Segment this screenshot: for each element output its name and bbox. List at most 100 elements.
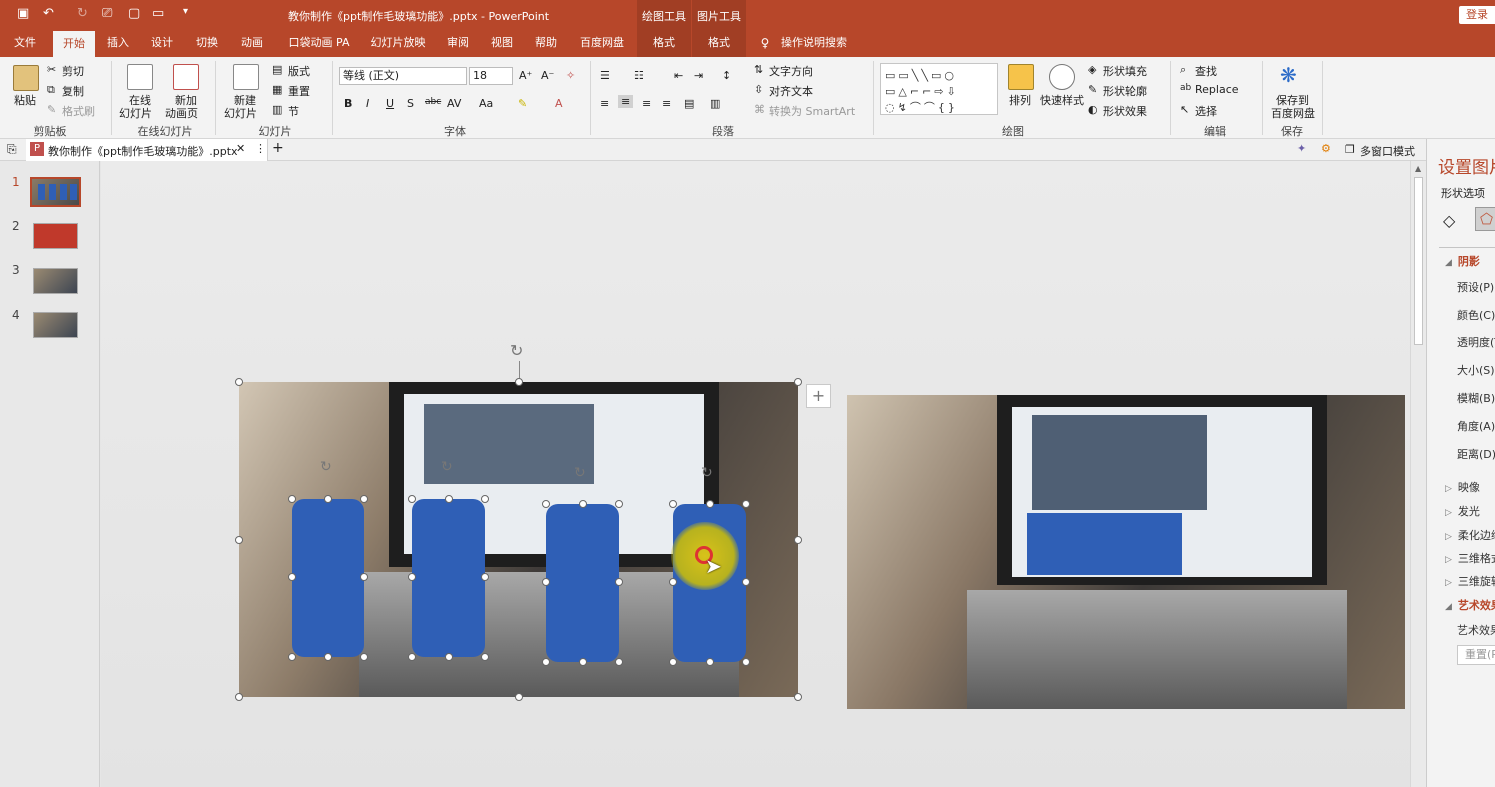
section-shadow[interactable]: ◢ 阴影	[1445, 253, 1480, 269]
rotate-handle-icon[interactable]: ↻	[574, 465, 586, 481]
shape-fill-button[interactable]: 形状填充	[1103, 63, 1147, 79]
artistic-effects-item[interactable]: 艺术效果	[1457, 622, 1495, 638]
strikethrough-icon[interactable]: abc	[425, 97, 441, 107]
customize-quick-access-icon[interactable]: ▾	[183, 6, 188, 17]
plugin-icon[interactable]: ✦	[1297, 142, 1306, 155]
rotate-handle-icon[interactable]: ↻	[510, 341, 523, 360]
rounded-rectangle-2[interactable]	[412, 499, 485, 657]
slide-thumbnail-2[interactable]	[33, 223, 78, 249]
underline-icon[interactable]: U	[386, 97, 394, 110]
new-file-icon[interactable]: ▢	[128, 6, 140, 21]
rounded-rectangle-1[interactable]	[292, 499, 364, 657]
tab-transitions[interactable]: 切换	[188, 30, 226, 57]
tab-design[interactable]: 设计	[144, 30, 180, 57]
arrange-icon[interactable]	[1008, 64, 1034, 90]
effects-icon[interactable]: ⬠	[1475, 207, 1495, 231]
scroll-up-icon[interactable]: ▲	[1415, 164, 1421, 173]
undo-icon[interactable]: ↶	[43, 6, 54, 21]
redo-icon[interactable]: ↻	[77, 6, 88, 21]
shadow-preset[interactable]: 预设(P)	[1457, 279, 1494, 295]
rotate-handle-icon[interactable]: ↻	[320, 459, 332, 475]
shape-outline-button[interactable]: 形状轮廓	[1103, 83, 1147, 99]
fill-line-icon[interactable]: ◇	[1443, 211, 1455, 230]
decrease-indent-icon[interactable]: ⇤	[674, 69, 683, 82]
tab-help[interactable]: 帮助	[528, 30, 564, 57]
tab-insert[interactable]: 插入	[100, 30, 136, 57]
shadow-blur[interactable]: 模糊(B)	[1457, 390, 1495, 406]
line-spacing-icon[interactable]: ↕	[722, 69, 731, 82]
tab-animations[interactable]: 动画	[233, 30, 271, 57]
shape-effects-button[interactable]: 形状效果	[1103, 103, 1147, 119]
char-spacing-icon[interactable]: AV	[447, 97, 461, 110]
settings-icon[interactable]: ⚙	[1321, 142, 1331, 155]
increase-font-icon[interactable]: A⁺	[519, 69, 532, 82]
tab-home[interactable]: 开始	[53, 31, 95, 57]
pane-subtitle[interactable]: 形状选项	[1441, 185, 1485, 201]
font-color-icon[interactable]: A	[555, 97, 563, 110]
cut-button[interactable]: 剪切	[62, 63, 84, 79]
align-right-icon[interactable]: ≡	[642, 97, 651, 110]
bold-icon[interactable]: B	[344, 97, 352, 110]
columns-icon[interactable]: ▥	[710, 97, 720, 110]
justify-icon[interactable]: ≡	[662, 97, 671, 110]
rotate-handle-icon[interactable]: ↻	[701, 465, 713, 481]
document-tab[interactable]: P 教你制作《ppt制作毛玻璃功能》.pptx ✕ ⋮	[26, 139, 268, 161]
shadow-color[interactable]: 颜色(C)	[1457, 307, 1495, 323]
tab-list-icon[interactable]: ⎘	[7, 142, 17, 157]
paste-icon[interactable]	[13, 65, 39, 91]
numbering-icon[interactable]: ☷	[634, 69, 644, 82]
new-slide-sub-label[interactable]: 幻灯片	[224, 105, 257, 121]
section-soft-edges[interactable]: ▷柔化边缘	[1445, 527, 1495, 543]
convert-smartart-button[interactable]: 转换为 SmartArt	[769, 103, 855, 119]
format-painter-button[interactable]: 格式刷	[62, 103, 95, 119]
font-name-select[interactable]: 等线 (正文)	[339, 67, 467, 85]
save-icon[interactable]: ▣	[17, 6, 29, 21]
quick-styles-icon[interactable]	[1049, 64, 1075, 90]
align-center-icon[interactable]: ≡	[618, 95, 634, 108]
italic-icon[interactable]: I	[366, 97, 369, 110]
rounded-rectangle-3[interactable]	[546, 504, 619, 662]
close-tab-icon[interactable]: ✕	[236, 142, 245, 155]
shapes-gallery[interactable]: ▭▭╲╲▭○ ▭△⌐⌐⇨⇩ ◌↯⌒⌒{}	[880, 63, 998, 115]
arrange-button[interactable]: 排列	[1009, 92, 1031, 108]
tab-drawing-format[interactable]: 格式	[637, 30, 691, 57]
login-button[interactable]: 登录	[1459, 6, 1495, 24]
align-text-button[interactable]: 对齐文本	[769, 83, 813, 99]
tab-view[interactable]: 视图	[484, 30, 520, 57]
section-glow[interactable]: ▷ 发光	[1445, 503, 1480, 519]
baidu-cloud-icon[interactable]: ❋	[1280, 63, 1297, 87]
font-size-select[interactable]: 18	[469, 67, 513, 85]
slide-canvas[interactable]: ➤ ↻ ↻ ↻ ↻ ↻ +	[101, 161, 1410, 787]
slide-thumbnail-3[interactable]	[33, 268, 78, 294]
tab-baidu-netdisk[interactable]: 百度网盘	[575, 30, 629, 57]
new-tab-icon[interactable]: +	[272, 140, 284, 156]
tell-me-search[interactable]: 操作说明搜索	[778, 30, 850, 57]
find-button[interactable]: 查找	[1195, 63, 1217, 79]
highlight-icon[interactable]: ✎	[518, 97, 527, 110]
shadow-size[interactable]: 大小(S)	[1457, 362, 1495, 378]
tab-file[interactable]: 文件	[6, 30, 44, 57]
tab-slideshow[interactable]: 幻灯片放映	[367, 30, 429, 57]
replace-button[interactable]: Replace	[1195, 83, 1239, 96]
online-slide-label[interactable]: 幻灯片	[119, 105, 152, 121]
layout-button[interactable]: 版式	[288, 63, 310, 79]
section-reflection[interactable]: ▷ 映像	[1445, 479, 1480, 495]
distributed-icon[interactable]: ▤	[684, 97, 694, 110]
tab-picture-format[interactable]: 格式	[692, 30, 746, 57]
copy-button[interactable]: 复制	[62, 83, 84, 99]
section-3d-format[interactable]: ▷三维格式	[1445, 550, 1495, 566]
bullets-icon[interactable]: ☰	[600, 69, 610, 82]
select-button[interactable]: 选择	[1195, 103, 1217, 119]
new-slide-icon[interactable]	[233, 64, 259, 90]
text-direction-button[interactable]: 文字方向	[769, 63, 813, 79]
layout-options-button[interactable]: +	[806, 384, 831, 408]
clear-format-icon[interactable]: ✧	[566, 69, 575, 82]
tab-pocket-animation[interactable]: 口袋动画 PA	[283, 30, 355, 57]
baidu-netdisk-label[interactable]: 百度网盘	[1271, 105, 1315, 121]
new-anim-page-icon[interactable]	[173, 64, 199, 90]
rotate-handle-icon[interactable]: ↻	[441, 459, 453, 475]
section-3d-rotation[interactable]: ▷三维旋转	[1445, 573, 1495, 589]
multi-window-button[interactable]: 多窗口模式	[1360, 143, 1415, 159]
scrollbar-thumb[interactable]	[1414, 177, 1423, 345]
section-button[interactable]: 节	[288, 103, 299, 119]
